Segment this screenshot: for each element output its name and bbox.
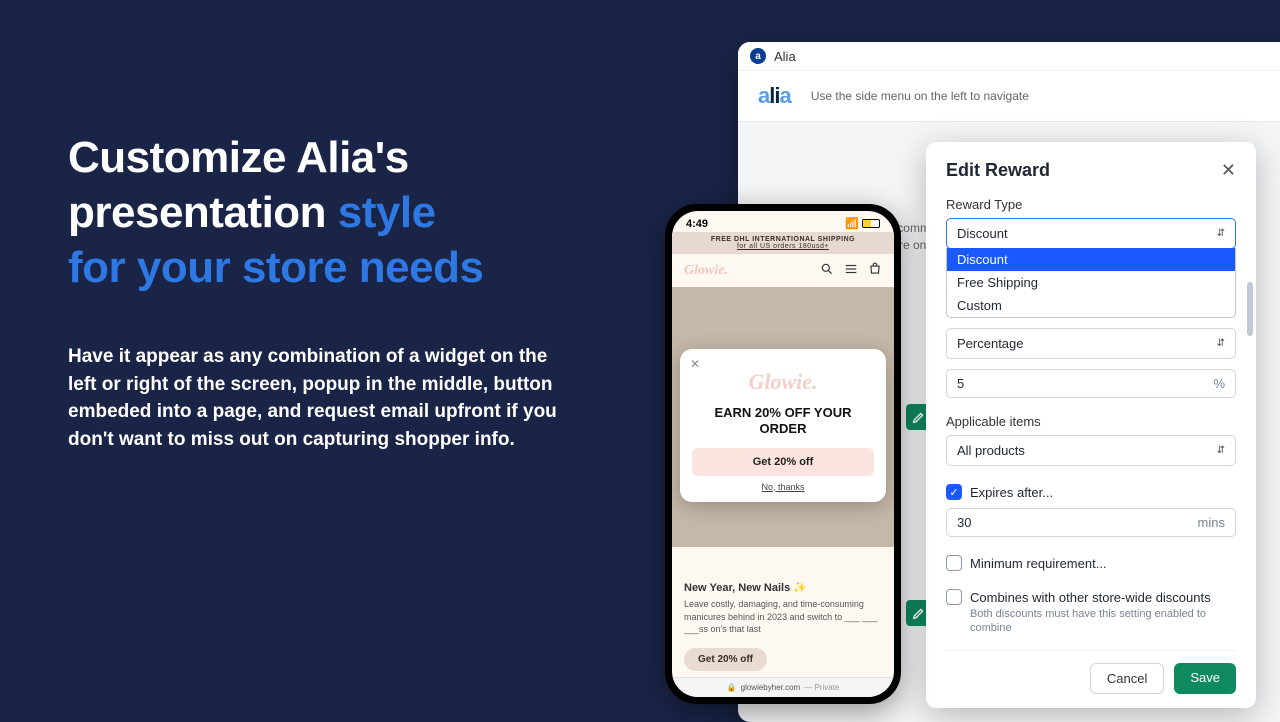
combines-helper: Both discounts must have this setting en… xyxy=(970,607,1236,636)
lock-icon: 🔒 xyxy=(727,683,737,692)
chevron-updown-icon: ⇵ xyxy=(1217,228,1225,239)
edit-reward-modal: Edit Reward ✕ Reward Type Discount ⇵ Dis… xyxy=(926,142,1256,708)
app-favicon: a xyxy=(750,48,766,64)
offer-popup: ✕ Glowie. EARN 20% OFF YOUR ORDER Get 20… xyxy=(680,349,886,502)
headline-part-1: Customize Alia's xyxy=(68,133,409,182)
headline-part-3: for your store needs xyxy=(68,243,483,292)
signal-icon: 📶 xyxy=(845,217,859,230)
marketing-copy: Customize Alia's presentation style for … xyxy=(68,130,628,453)
store-logo: Glowie. xyxy=(684,263,728,279)
modal-title: Edit Reward xyxy=(946,160,1050,181)
close-icon[interactable]: ✕ xyxy=(690,357,700,371)
discount-type-select[interactable]: Percentage ⇵ xyxy=(946,328,1236,359)
reward-type-label: Reward Type xyxy=(946,197,1236,212)
reward-type-dropdown: Discount Free Shipping Custom xyxy=(946,248,1236,318)
caption-title: New Year, New Nails ✨ xyxy=(684,581,882,594)
phone-status-bar: 4:49 📶 xyxy=(672,211,894,232)
expires-checkbox[interactable]: ✓ xyxy=(946,484,962,500)
option-free-shipping[interactable]: Free Shipping xyxy=(947,271,1235,294)
phone-mockup: 4:49 📶 FREE DHL INTERNATIONAL SHIPPING f… xyxy=(665,204,901,704)
search-icon[interactable] xyxy=(820,262,834,279)
headline: Customize Alia's presentation style for … xyxy=(68,130,628,295)
save-button[interactable]: Save xyxy=(1174,663,1236,694)
combines-checkbox[interactable] xyxy=(946,589,962,605)
popup-title: EARN 20% OFF YOUR ORDER xyxy=(692,405,874,438)
caption-body: Leave costly, damaging, and time-consumi… xyxy=(684,598,882,636)
store-header: Glowie. xyxy=(672,254,894,287)
headline-part-2b: style xyxy=(338,188,436,237)
floating-cta-button[interactable]: Get 20% off xyxy=(684,648,767,671)
promo-banner: FREE DHL INTERNATIONAL SHIPPING for all … xyxy=(672,232,894,254)
modal-scrollbar[interactable] xyxy=(1247,282,1253,336)
phone-time: 4:49 xyxy=(686,218,708,230)
applicable-items-select[interactable]: All products ⇵ xyxy=(946,435,1236,466)
expires-input[interactable]: 30 mins xyxy=(946,508,1236,537)
option-discount[interactable]: Discount xyxy=(947,248,1235,271)
headline-part-2a: presentation xyxy=(68,188,338,237)
popup-cta-button[interactable]: Get 20% off xyxy=(692,448,874,476)
appbar-hint: Use the side menu on the left to navigat… xyxy=(811,89,1029,103)
window-title: Alia xyxy=(774,49,796,64)
battery-icon xyxy=(862,219,880,228)
menu-icon[interactable] xyxy=(844,262,858,279)
chevron-updown-icon: ⇵ xyxy=(1217,338,1225,349)
discount-amount-input[interactable]: 5 % xyxy=(946,369,1236,398)
min-requirement-label: Minimum requirement... xyxy=(970,556,1107,571)
phone-url-bar: 🔒 glowiebyher.com — Private xyxy=(672,677,894,697)
chevron-updown-icon: ⇵ xyxy=(1217,445,1225,456)
app-bar: alia Use the side menu on the left to na… xyxy=(738,71,1280,122)
popup-logo: Glowie. xyxy=(692,369,874,395)
window-titlebar: a Alia xyxy=(738,42,1280,71)
close-icon[interactable]: ✕ xyxy=(1221,160,1236,181)
applicable-items-label: Applicable items xyxy=(946,414,1236,429)
reward-type-select[interactable]: Discount ⇵ xyxy=(946,218,1236,249)
combines-label: Combines with other store-wide discounts xyxy=(970,590,1211,605)
min-requirement-checkbox[interactable] xyxy=(946,555,962,571)
popup-decline-link[interactable]: No, thanks xyxy=(692,482,874,492)
expires-label: Expires after... xyxy=(970,485,1053,500)
cancel-button[interactable]: Cancel xyxy=(1090,663,1164,694)
marketing-subtext: Have it appear as any combination of a w… xyxy=(68,343,558,453)
alia-logo: alia xyxy=(758,83,791,109)
option-custom[interactable]: Custom xyxy=(947,294,1235,317)
cart-icon[interactable] xyxy=(868,262,882,279)
